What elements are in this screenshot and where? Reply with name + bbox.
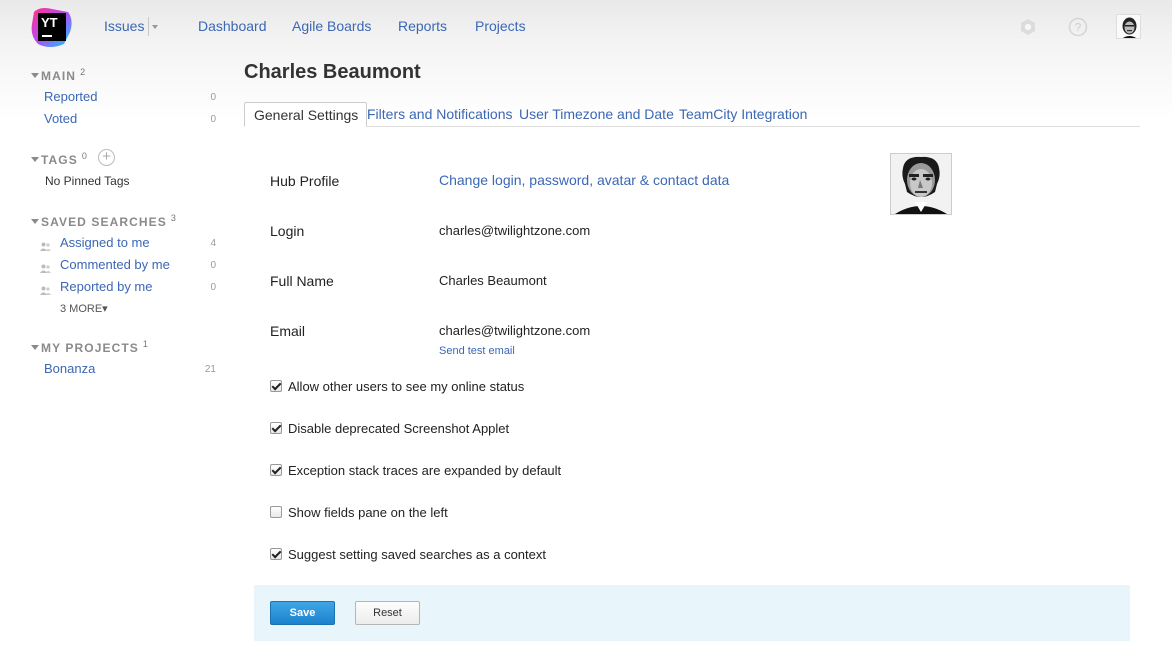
sidebar-item-reported[interactable]: Reported — [44, 89, 97, 104]
hub-profile-label: Hub Profile — [270, 173, 340, 189]
send-test-email-link[interactable]: Send test email — [439, 345, 515, 357]
tab-general-settings[interactable]: General Settings — [244, 102, 368, 127]
logo-text: YT — [41, 15, 58, 30]
tabs-divider — [244, 126, 1140, 127]
login-label: Login — [270, 223, 305, 239]
email-value: charles@twilightzone.com — [439, 323, 591, 338]
nav-issues[interactable]: Issues — [104, 18, 144, 34]
sidebar-item-bonanza[interactable]: Bonanza — [44, 361, 95, 376]
tab-user-timezone-and-date[interactable]: User Timezone and Date — [519, 106, 674, 122]
checkbox-saved-searches-context[interactable]: Suggest setting saved searches as a cont… — [270, 546, 546, 562]
section-count: 3 — [170, 213, 176, 223]
sidebar-item-voted[interactable]: Voted — [44, 111, 77, 126]
sidebar-item-count: 0 — [210, 282, 216, 293]
section-title: SAVED SEARCHES — [41, 215, 167, 229]
section-count: 2 — [80, 67, 86, 77]
sidebar-item-count: 21 — [204, 364, 216, 375]
nav-dashboard[interactable]: Dashboard — [198, 18, 267, 34]
collapse-triangle-icon — [31, 73, 39, 79]
sidebar-section-my-projects[interactable]: MY PROJECTS 1 — [31, 339, 148, 355]
checkbox-stack-traces-expanded[interactable]: Exception stack traces are expanded by d… — [270, 462, 561, 478]
section-count: 0 — [81, 151, 87, 161]
help-icon[interactable]: ? — [1068, 17, 1088, 37]
checkbox-box[interactable] — [270, 548, 282, 560]
checkbox-label: Suggest setting saved searches as a cont… — [288, 546, 546, 562]
checkbox-label: Show fields pane on the left — [288, 504, 448, 520]
sidebar-item-commented-by-me[interactable]: Commented by me — [60, 257, 170, 272]
reset-button[interactable]: Reset — [355, 601, 420, 625]
section-title: MY PROJECTS — [41, 341, 139, 355]
no-pinned-tags-text: No Pinned Tags — [45, 174, 130, 188]
checkbox-box[interactable] — [270, 464, 282, 476]
saved-search-user-icon — [40, 283, 51, 295]
collapse-triangle-icon — [31, 345, 39, 351]
add-tag-plus-icon[interactable]: + — [98, 149, 115, 166]
tab-filters-and-notifications[interactable]: Filters and Notifications — [367, 106, 513, 122]
nav-separator — [148, 17, 149, 36]
sidebar-item-count: 4 — [210, 238, 216, 249]
sidebar-section-tags[interactable]: TAGS 0 — [31, 151, 87, 167]
top-header — [0, 0, 1172, 120]
profile-avatar[interactable] — [890, 153, 952, 215]
section-title: MAIN — [41, 69, 77, 83]
youtrack-logo[interactable]: YT — [30, 6, 74, 48]
collapse-triangle-icon — [31, 219, 39, 225]
svg-text:?: ? — [1075, 21, 1082, 35]
sidebar-item-count: 0 — [210, 92, 216, 103]
sidebar-item-count: 0 — [210, 260, 216, 271]
full-name-label: Full Name — [270, 273, 334, 289]
full-name-value: Charles Beaumont — [439, 273, 547, 288]
sidebar-section-main[interactable]: MAIN 2 — [31, 67, 85, 83]
settings-icon[interactable] — [1018, 17, 1038, 37]
collapse-triangle-icon — [31, 157, 39, 163]
page-title: Charles Beaumont — [244, 61, 421, 83]
nav-projects[interactable]: Projects — [475, 18, 526, 34]
login-value: charles@twilightzone.com — [439, 223, 591, 238]
section-count: 1 — [142, 339, 148, 349]
checkbox-fields-pane-left[interactable]: Show fields pane on the left — [270, 504, 448, 520]
save-button[interactable]: Save — [270, 601, 335, 625]
issues-dropdown-caret-icon[interactable] — [152, 25, 158, 29]
email-label: Email — [270, 323, 306, 339]
checkbox-disable-screenshot-applet[interactable]: Disable deprecated Screenshot Applet — [270, 420, 509, 436]
sidebar-item-reported-by-me[interactable]: Reported by me — [60, 279, 153, 294]
show-more-saved-searches[interactable]: 3 MORE▾ — [60, 302, 108, 315]
section-title: TAGS — [41, 153, 78, 167]
nav-reports[interactable]: Reports — [398, 18, 447, 34]
change-profile-link[interactable]: Change login, password, avatar & contact… — [439, 172, 729, 188]
checkbox-online-status[interactable]: Allow other users to see my online statu… — [270, 378, 524, 394]
nav-agile-boards[interactable]: Agile Boards — [292, 18, 371, 34]
sidebar-item-assigned-to-me[interactable]: Assigned to me — [60, 235, 150, 250]
saved-search-user-icon — [40, 239, 51, 251]
checkbox-box[interactable] — [270, 380, 282, 392]
saved-search-user-icon — [40, 261, 51, 273]
tab-teamcity-integration[interactable]: TeamCity Integration — [679, 106, 807, 122]
sidebar-section-saved-searches[interactable]: SAVED SEARCHES 3 — [31, 213, 176, 229]
checkbox-label: Exception stack traces are expanded by d… — [288, 462, 562, 478]
checkbox-box[interactable] — [270, 506, 282, 518]
sidebar-item-count: 0 — [210, 114, 216, 125]
checkbox-box[interactable] — [270, 422, 282, 434]
user-avatar-icon[interactable] — [1116, 14, 1141, 39]
checkbox-label: Allow other users to see my online statu… — [288, 378, 525, 394]
checkbox-label: Disable deprecated Screenshot Applet — [288, 420, 510, 436]
